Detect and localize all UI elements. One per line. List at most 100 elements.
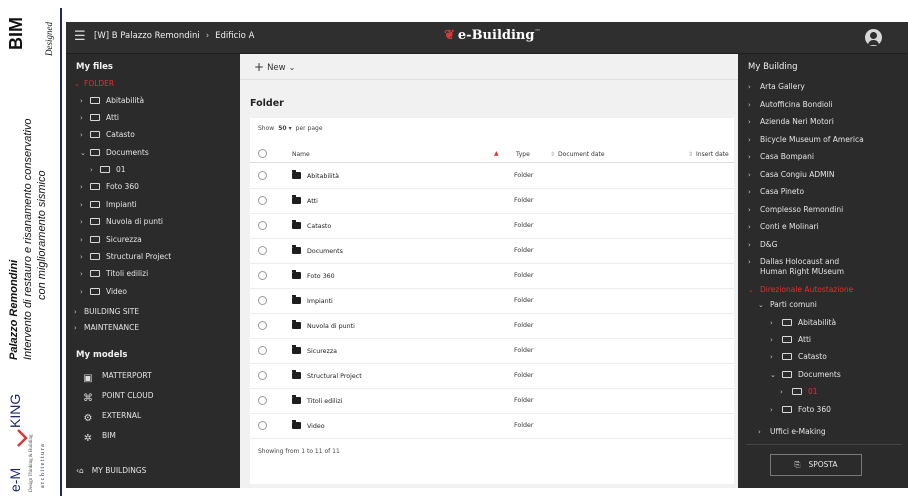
building-item[interactable]: › D&G <box>748 240 777 250</box>
row-name[interactable]: Structural Project <box>292 370 362 380</box>
model-matterport[interactable]: ▣ MATTERPORT <box>82 369 151 384</box>
tree-item[interactable]: › 01 <box>90 164 126 176</box>
row-name[interactable]: Video <box>292 420 325 430</box>
breadcrumb-item[interactable]: Edificio A <box>215 31 254 41</box>
row-name[interactable]: Titoli edilizi <box>292 395 342 405</box>
tree-item-folder[interactable]: ⌄ FOLDER <box>74 78 114 90</box>
building-folder-item[interactable]: ⌄ Documents <box>770 370 841 380</box>
breadcrumb-item[interactable]: [W] B Palazzo Remondini <box>94 31 200 41</box>
building-folder-item-active[interactable]: › 01 <box>780 387 818 397</box>
tree-item-label: Impianti <box>106 200 137 209</box>
row-name[interactable]: Nuvola di punti <box>292 320 355 330</box>
table-row[interactable]: Sicurezza Folder <box>250 339 734 364</box>
column-document-date[interactable]: ⇕ Document date <box>550 151 605 158</box>
row-radio[interactable] <box>258 296 267 305</box>
row-name[interactable]: Impianti <box>292 295 333 305</box>
row-name[interactable]: Foto 360 <box>292 270 335 280</box>
column-type[interactable]: Type <box>516 151 530 158</box>
building-item[interactable]: › Arta Gallery <box>748 82 805 92</box>
tree-item-label: FOLDER <box>84 79 115 88</box>
tree-item-building-site[interactable]: › BUILDING SITE <box>74 306 139 318</box>
table-row[interactable]: Atti Folder <box>250 189 734 214</box>
select-all-radio[interactable] <box>258 149 267 158</box>
table-row[interactable]: Titoli edilizi Folder <box>250 389 734 414</box>
building-item[interactable]: › Dallas Holocaust and Human Right MUseum <box>748 257 844 277</box>
matterport-icon: ▣ <box>83 373 93 384</box>
row-name[interactable]: Atti <box>292 195 318 205</box>
tree-item[interactable]: › Video <box>80 286 127 298</box>
building-item[interactable]: › Casa Bompani <box>748 152 814 162</box>
new-button[interactable]: + New ⌄ <box>254 60 295 74</box>
branding-strip: BIM Designed Palazzo Remondini Intervent… <box>0 0 60 504</box>
tree-item-label: Structural Project <box>106 252 172 261</box>
row-name-label: Foto 360 <box>307 273 335 280</box>
table-row[interactable]: Documents Folder <box>250 239 734 264</box>
building-subitem[interactable]: › Uffici e-Making <box>758 427 826 437</box>
tree-item[interactable]: › Structural Project <box>80 251 171 263</box>
table-row[interactable]: Structural Project Folder <box>250 364 734 389</box>
building-item[interactable]: › Azienda Neri Motori <box>748 117 834 127</box>
table-row[interactable]: Abitabilità Folder <box>250 164 734 189</box>
row-name[interactable]: Documents <box>292 245 343 255</box>
column-name[interactable]: Name <box>292 151 310 158</box>
building-item[interactable]: › Bicycle Museum of America <box>748 135 864 145</box>
row-radio[interactable] <box>258 396 267 405</box>
building-folder-item[interactable]: › Atti <box>770 335 811 345</box>
sort-asc-icon[interactable]: ▲ <box>494 150 499 157</box>
building-item[interactable]: › Casa Congiu ADMIN <box>748 170 834 180</box>
building-subitem[interactable]: ⌄ Parti comuni <box>758 300 817 310</box>
row-type: Folder <box>514 222 534 229</box>
model-point-cloud[interactable]: ⌘ POINT CLOUD <box>82 389 154 404</box>
building-item[interactable]: › Conti e Molinari <box>748 222 819 232</box>
row-radio[interactable] <box>258 321 267 330</box>
building-item-active[interactable]: ⌄ Direzionale Autostazione <box>748 285 853 295</box>
table-row[interactable]: Video Folder <box>250 414 734 439</box>
page-size-select[interactable]: 50 ▾ <box>278 125 291 132</box>
table-row[interactable]: Nuvola di punti Folder <box>250 314 734 339</box>
row-name[interactable]: Abitabilità <box>292 170 339 180</box>
folder-icon <box>292 245 301 254</box>
table-row[interactable]: Catasto Folder <box>250 214 734 239</box>
row-name[interactable]: Sicurezza <box>292 345 337 355</box>
move-button-label: SPOSTA <box>808 460 838 469</box>
building-folder-item[interactable]: › Abitabilità <box>770 318 836 328</box>
row-radio[interactable] <box>258 196 267 205</box>
tree-item[interactable]: › Impianti <box>80 199 137 211</box>
row-radio[interactable] <box>258 171 267 180</box>
building-item[interactable]: › Autofficina Bondioli <box>748 100 833 110</box>
model-external[interactable]: ⚙ EXTERNAL <box>82 409 142 424</box>
column-insert-date[interactable]: ⇕ Insert date <box>688 151 729 158</box>
model-bim[interactable]: ✲ BIM <box>82 429 116 444</box>
tree-item[interactable]: › Atti <box>80 112 119 124</box>
tree-item[interactable]: › Nuvola di punti <box>80 216 163 228</box>
row-radio[interactable] <box>258 246 267 255</box>
my-buildings-link[interactable]: ‹⌂ MY BUILDINGS <box>76 466 146 475</box>
building-item[interactable]: › Complesso Remondini <box>748 205 843 215</box>
building-folder-item[interactable]: › Foto 360 <box>770 405 831 415</box>
show-label: Show <box>258 125 275 132</box>
row-radio[interactable] <box>258 421 267 430</box>
row-radio[interactable] <box>258 371 267 380</box>
folder-icon <box>782 319 792 326</box>
tree-item[interactable]: › Catasto <box>80 129 135 141</box>
row-radio[interactable] <box>258 271 267 280</box>
row-radio[interactable] <box>258 221 267 230</box>
table-row[interactable]: Foto 360 Folder <box>250 264 734 289</box>
tree-item[interactable]: ⌄ Documents <box>80 147 149 159</box>
move-button[interactable]: ⎘ SPOSTA <box>770 454 862 476</box>
building-item[interactable]: › Casa Pineto <box>748 187 804 197</box>
tree-item-label: Sicurezza <box>106 235 142 244</box>
row-type: Folder <box>514 372 534 379</box>
tree-item[interactable]: › Titoli edilizi <box>80 268 148 280</box>
tree-item[interactable]: › Sicurezza <box>80 234 142 246</box>
table-row[interactable]: Impianti Folder <box>250 289 734 314</box>
row-radio[interactable] <box>258 346 267 355</box>
menu-icon[interactable]: ☰ <box>74 30 88 44</box>
row-name-label: Nuvola di punti <box>307 323 355 330</box>
tree-item-maintenance[interactable]: › MAINTENANCE <box>74 322 139 334</box>
row-name[interactable]: Catasto <box>292 220 331 230</box>
user-avatar-icon[interactable] <box>865 29 882 46</box>
tree-item[interactable]: › Foto 360 <box>80 181 139 193</box>
building-folder-item[interactable]: › Catasto <box>770 352 827 362</box>
tree-item[interactable]: › Abitabilità <box>80 95 144 107</box>
